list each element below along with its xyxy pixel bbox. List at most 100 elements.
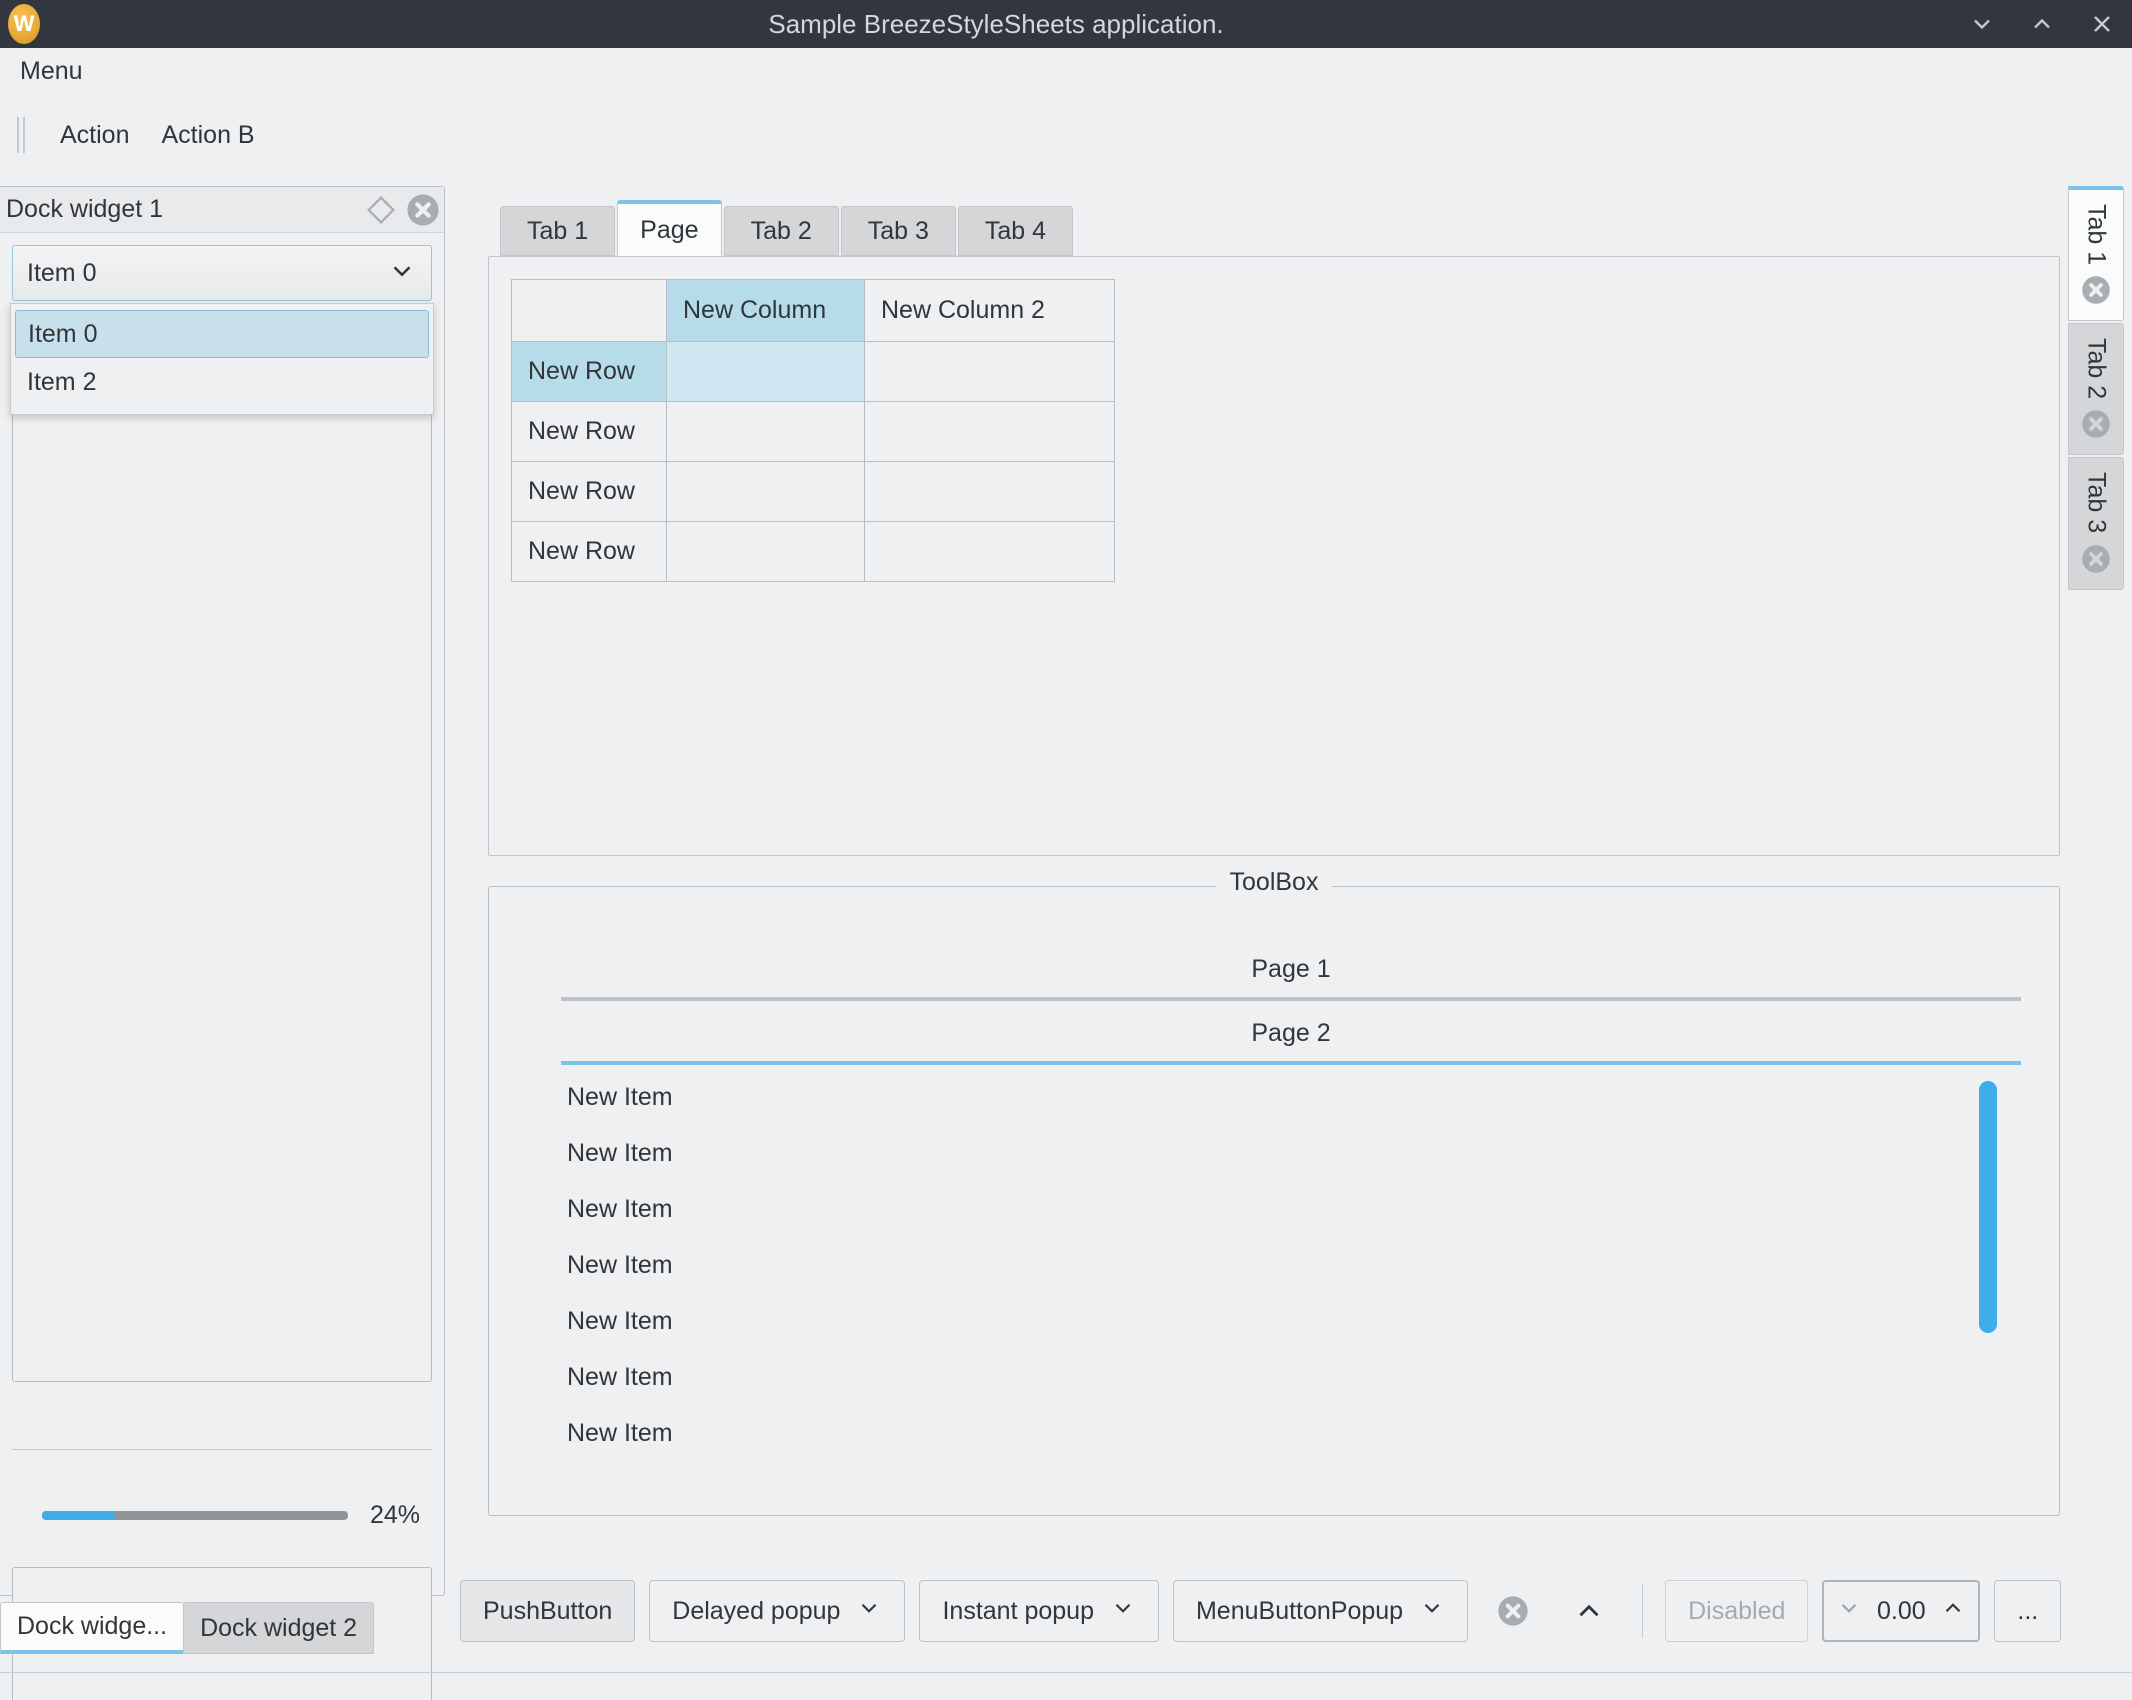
vertical-tab-1-label: Tab 1 <box>2082 204 2111 266</box>
table-cell-1-1[interactable] <box>864 401 1115 462</box>
vertical-tab-3-label: Tab 3 <box>2082 472 2111 534</box>
window-titlebar: W Sample BreezeStyleSheets application. <box>0 0 2132 48</box>
dock-text-area[interactable] <box>12 312 432 1382</box>
chevron-down-icon[interactable] <box>1836 1595 1862 1628</box>
central-widget: Tab 1 Page Tab 2 Tab 3 Tab 4 New Column … <box>460 186 2060 1546</box>
window-close-button[interactable] <box>2072 0 2132 48</box>
close-circle-icon[interactable] <box>2081 409 2111 444</box>
tab-tab-2[interactable]: Tab 2 <box>723 206 839 256</box>
list-item[interactable]: New Item <box>517 1069 2033 1125</box>
table-row[interactable]: New Row <box>511 521 1115 582</box>
menubar-item-menu[interactable]: Menu <box>10 55 93 88</box>
chevron-up-icon[interactable] <box>1940 1595 1966 1628</box>
close-circle-icon[interactable] <box>2081 544 2111 579</box>
progress-slider-row: 24% <box>12 1487 432 1543</box>
tab-pane: New Column New Column 2 New Row New Row … <box>488 256 2060 856</box>
menu-button-popup-button[interactable]: MenuButtonPopup <box>1172 1580 1469 1642</box>
combobox[interactable]: Item 0 <box>12 245 432 301</box>
dock-tabbar: Dock widge... Dock widget 2 <box>0 1598 375 1654</box>
close-circle-icon[interactable] <box>1482 1580 1544 1642</box>
table-row[interactable]: New Row <box>511 401 1115 462</box>
vertical-tabbar: Tab 1 Tab 2 Tab 3 <box>2062 186 2132 592</box>
toolbox-title: ToolBox <box>1215 868 1333 897</box>
window-maximize-button[interactable] <box>2012 0 2072 48</box>
dock-widget-1: Dock widget 1 Item 0 Item 0 Item 2 24% <box>0 186 445 1700</box>
table-cell-2-0[interactable] <box>666 461 865 522</box>
table-corner-header[interactable] <box>511 279 667 342</box>
table-row-header-2[interactable]: New Row <box>511 461 667 522</box>
ellipsis-button[interactable]: ... <box>1994 1580 2062 1642</box>
dock-titlebar: Dock widget 1 <box>0 187 444 233</box>
table-cell-2-1[interactable] <box>864 461 1115 522</box>
data-table[interactable]: New Column New Column 2 New Row New Row … <box>511 279 1115 582</box>
table-row-header-1[interactable]: New Row <box>511 401 667 462</box>
toolbox-page-1-underline <box>561 997 2021 1001</box>
toolbar-action-b[interactable]: Action B <box>145 117 270 154</box>
window-minimize-button[interactable] <box>1952 0 2012 48</box>
toolbox-page-1-button[interactable]: Page 1 <box>561 955 2021 984</box>
double-spinbox[interactable]: 0.00 <box>1822 1580 1981 1642</box>
tab-page[interactable]: Page <box>617 200 722 256</box>
vertical-scrollbar-handle[interactable] <box>1979 1081 1997 1333</box>
table-cell-3-1[interactable] <box>864 521 1115 582</box>
statusbar <box>0 1672 2132 1700</box>
chevron-down-icon <box>387 256 417 291</box>
dock-tab-2[interactable]: Dock widget 2 <box>183 1602 375 1654</box>
float-diamond-icon[interactable] <box>360 189 402 231</box>
close-circle-icon[interactable] <box>2081 275 2111 310</box>
combobox-option-0[interactable]: Item 0 <box>15 310 429 358</box>
toolbar-drag-handle[interactable] <box>14 117 30 153</box>
table-cell-0-0[interactable] <box>666 341 865 402</box>
table-row-header-3[interactable]: New Row <box>511 521 667 582</box>
dock-tab-1[interactable]: Dock widge... <box>0 1602 185 1654</box>
table-cell-0-1[interactable] <box>864 341 1115 402</box>
list-item[interactable]: New Item <box>517 1125 2033 1181</box>
instant-popup-button[interactable]: Instant popup <box>919 1580 1159 1642</box>
combobox-option-1[interactable]: Item 2 <box>15 358 429 406</box>
list-item[interactable]: New Item <box>517 1237 2033 1293</box>
toolbar: Action Action B <box>0 106 2132 164</box>
table-row[interactable]: New Row <box>511 341 1115 402</box>
toolbar-separator <box>1642 1584 1644 1638</box>
chevron-down-icon <box>856 1595 882 1628</box>
toolbar-action-a[interactable]: Action <box>44 117 145 154</box>
tab-tab-3[interactable]: Tab 3 <box>840 206 956 256</box>
window-title: Sample BreezeStyleSheets application. <box>768 8 1224 39</box>
vertical-tab-1[interactable]: Tab 1 <box>2068 186 2124 322</box>
list-item[interactable]: New Item <box>517 1349 2033 1405</box>
table-cell-1-0[interactable] <box>666 401 865 462</box>
table-column-header-1[interactable]: New Column 2 <box>864 279 1115 342</box>
app-logo-icon: W <box>8 4 40 44</box>
vertical-tab-2[interactable]: Tab 2 <box>2068 323 2124 456</box>
button-bar: PushButton Delayed popup Instant popup M… <box>460 1572 2120 1650</box>
combobox-popup[interactable]: Item 0 Item 2 <box>10 303 434 415</box>
tab-tab-1[interactable]: Tab 1 <box>500 206 616 256</box>
list-item[interactable]: New Item <box>517 1293 2033 1349</box>
toolbox-item-list[interactable]: New Item New Item New Item New Item New … <box>517 1069 2033 1489</box>
slider-groove[interactable] <box>42 1510 348 1520</box>
tab-tab-4[interactable]: Tab 4 <box>957 206 1074 256</box>
table-row-header-0[interactable]: New Row <box>511 341 667 402</box>
vertical-tab-3[interactable]: Tab 3 <box>2068 457 2124 590</box>
list-item[interactable]: New Item <box>517 1181 2033 1237</box>
delayed-popup-button[interactable]: Delayed popup <box>649 1580 906 1642</box>
spinbox-value: 0.00 <box>1877 1596 1926 1625</box>
toolbox-page-2-button[interactable]: Page 2 <box>561 1019 2021 1048</box>
menubar: Menu <box>0 48 2132 94</box>
instant-popup-label: Instant popup <box>942 1596 1094 1625</box>
table-row[interactable]: New Row <box>511 461 1115 522</box>
toolbox-page-2-underline <box>561 1061 2021 1065</box>
chevron-up-icon[interactable] <box>1558 1580 1620 1642</box>
list-item[interactable]: New Item <box>517 1405 2033 1461</box>
chevron-down-icon <box>1419 1595 1445 1628</box>
table-cell-3-0[interactable] <box>666 521 865 582</box>
close-circle-icon[interactable] <box>402 189 444 231</box>
disabled-button: Disabled <box>1665 1580 1809 1642</box>
delayed-popup-label: Delayed popup <box>672 1596 841 1625</box>
menu-button-popup-label: MenuButtonPopup <box>1195 1596 1404 1625</box>
push-button[interactable]: PushButton <box>460 1580 636 1642</box>
combobox-value: Item 0 <box>27 258 97 287</box>
table-column-header-0[interactable]: New Column <box>666 279 865 342</box>
chevron-down-icon <box>1110 1595 1136 1628</box>
tab-widget: Tab 1 Page Tab 2 Tab 3 Tab 4 New Column … <box>488 200 2060 860</box>
